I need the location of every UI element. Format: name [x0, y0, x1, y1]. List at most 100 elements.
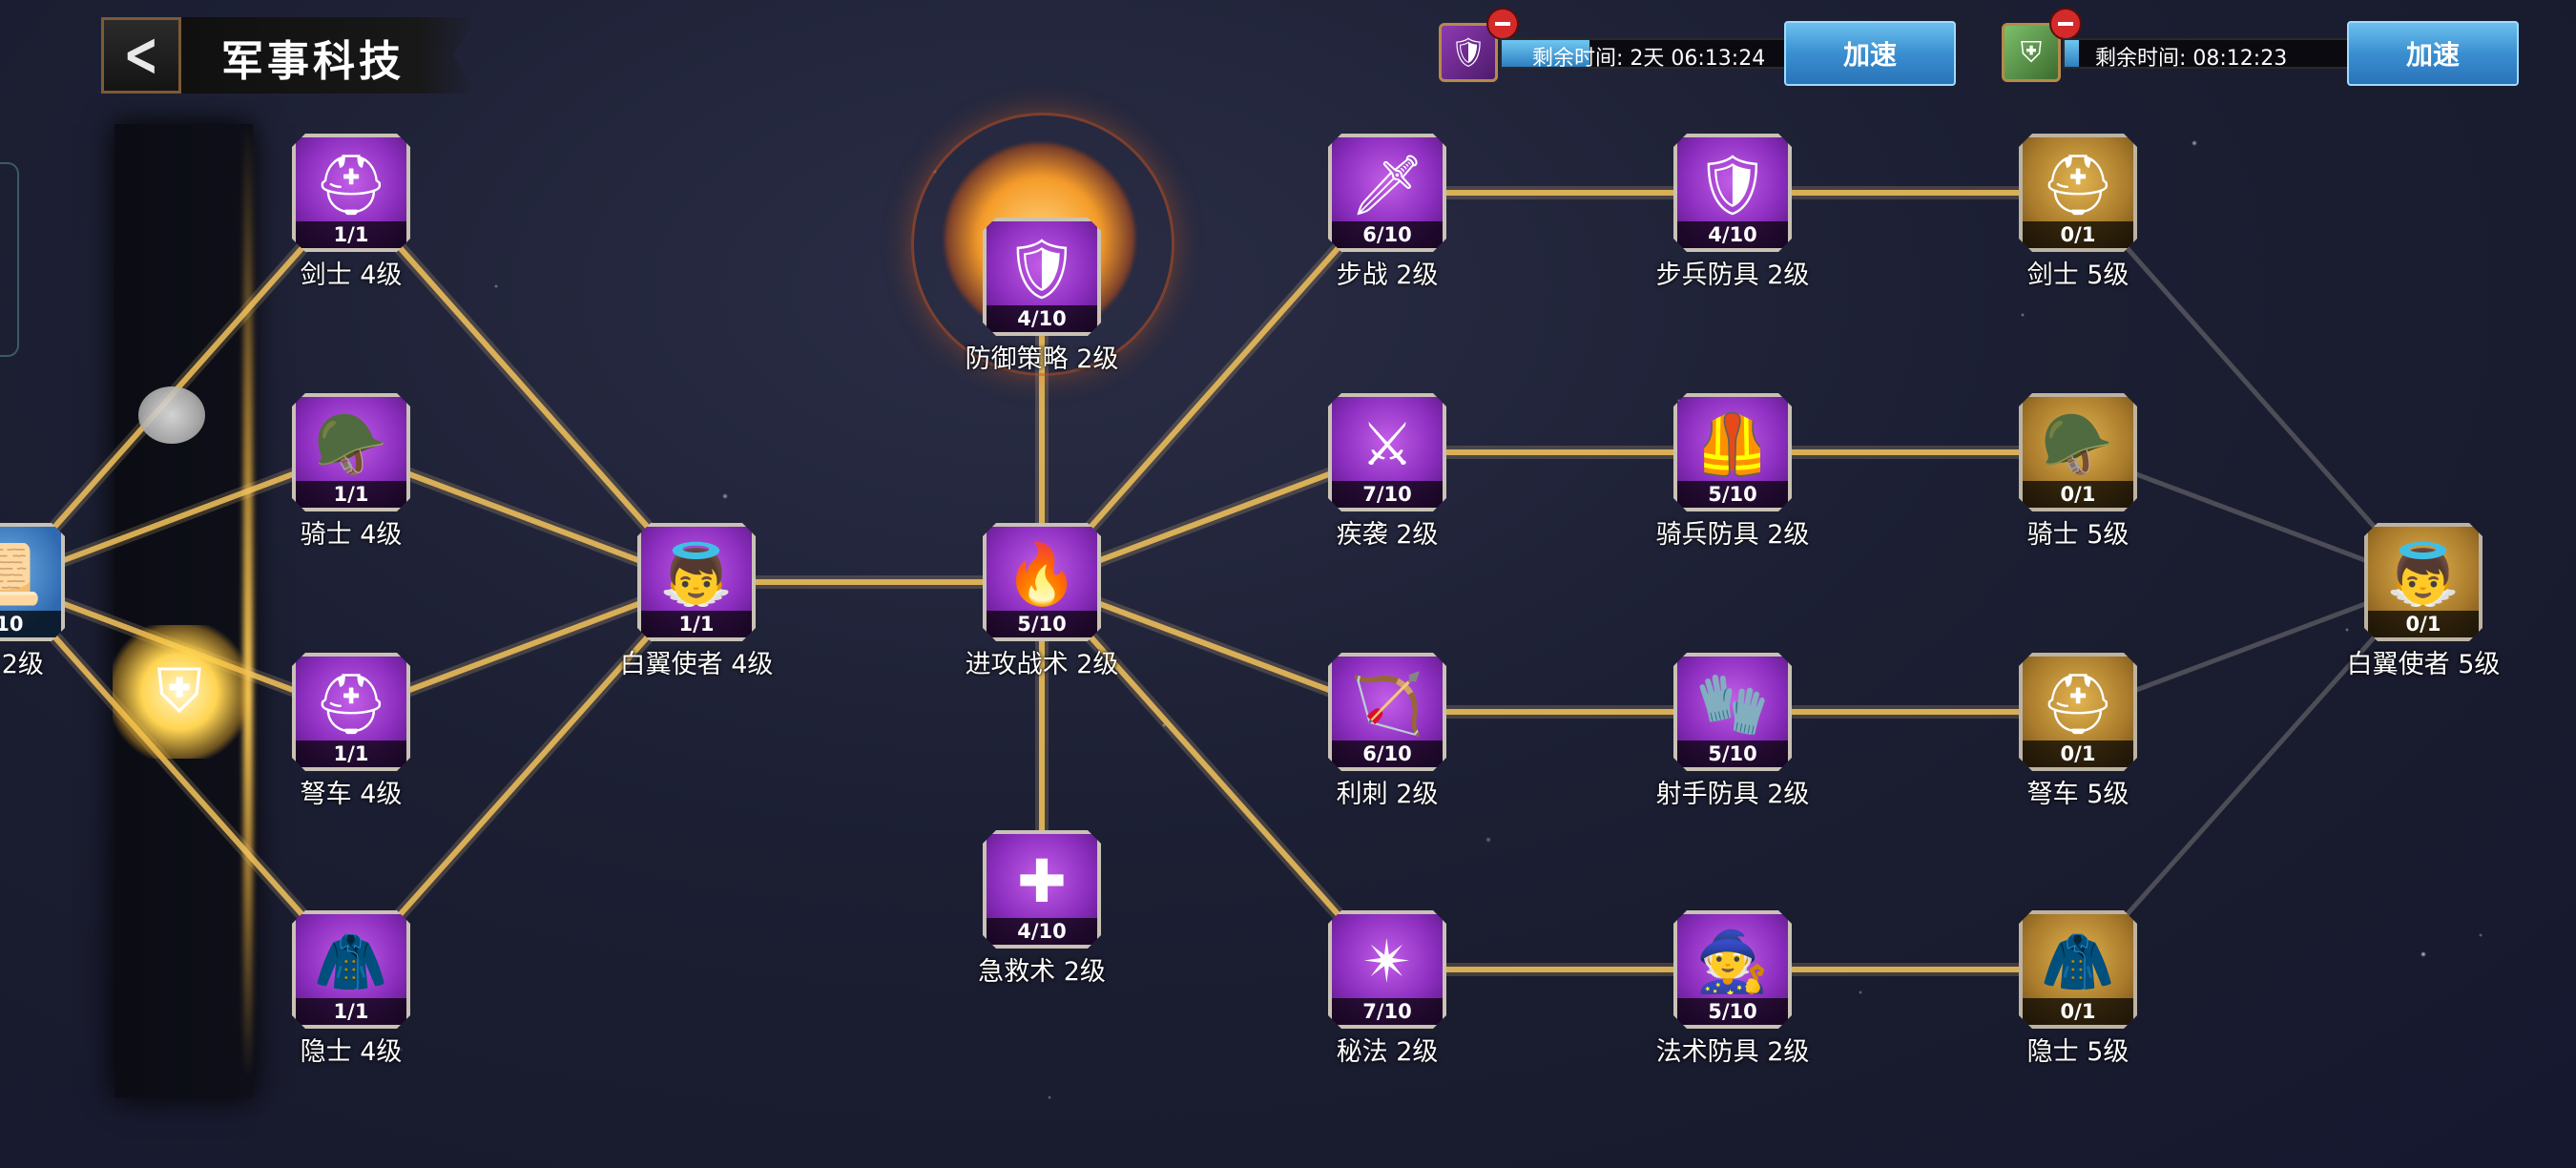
- tech-node-label: 进攻战术 2级: [965, 650, 1119, 679]
- tech-node-hidden5[interactable]: 🧥 0/1 隐士 5级: [2019, 910, 2137, 1067]
- tech-node-label: 术 2级: [0, 650, 44, 679]
- tech-node-frame: ⛑ 1/1: [292, 134, 410, 252]
- tech-node-infantry[interactable]: 🗡 6/10 步战 2级: [1328, 134, 1446, 290]
- tech-level-count: 4/10: [987, 305, 1097, 332]
- tech-node-cross4[interactable]: ⛑ 1/1 弩车 4级: [292, 653, 410, 809]
- shield-arrow-icon: 🛡: [1004, 234, 1080, 303]
- tech-node-label: 步兵防具 2级: [1655, 261, 1810, 290]
- tech-node-label: 秘法 2级: [1336, 1037, 1439, 1067]
- speed-up-button[interactable]: 加速: [1784, 21, 1956, 86]
- tech-node-assault[interactable]: ⚔ 7/10 疾袭 2级: [1328, 393, 1446, 550]
- timer-progress-bar: 剩余时间: 08:12:23: [2063, 38, 2358, 71]
- tech-node-hidden4[interactable]: 🧥 1/1 隐士 4级: [292, 910, 410, 1067]
- tech-node-frame: 📜/10: [0, 523, 65, 641]
- tech-node-left[interactable]: 📜/10 术 2级: [0, 523, 65, 679]
- timer-progress-fill: [2065, 40, 2080, 67]
- tech-level-count: 6/10: [1332, 221, 1443, 248]
- tech-node-label: 骑士 5级: [2026, 520, 2129, 550]
- cancel-research-button[interactable]: [2049, 8, 2082, 40]
- tech-node-attack[interactable]: 🔥 5/10 进攻战术 2级: [966, 523, 1118, 679]
- tech-node-frame: 🔥 5/10: [983, 523, 1101, 641]
- tech-node-label: 剑士 4级: [300, 261, 403, 290]
- tech-node-label: 弩车 5级: [2026, 780, 2129, 809]
- tech-node-frame: 🧥 1/1: [292, 910, 410, 1029]
- spark-icon: ✴: [1362, 927, 1412, 996]
- tech-node-cross5[interactable]: ⛑ 0/1 弩车 5级: [2019, 653, 2137, 809]
- cancel-research-button[interactable]: [1486, 8, 1519, 40]
- tech-node-frame: ⛑ 0/1: [2019, 653, 2137, 771]
- tech-node-frame: ⛑ 0/1: [2019, 134, 2137, 252]
- back-button[interactable]: <: [101, 17, 181, 94]
- tech-level-count: 6/10: [1332, 740, 1443, 767]
- tech-level-count: 5/10: [1677, 998, 1788, 1025]
- tech-node-frame: 👼 0/1: [2364, 523, 2483, 641]
- tech-node-heal[interactable]: ✚ 4/10 急救术 2级: [978, 830, 1106, 987]
- tech-node-label: 急救术 2级: [978, 957, 1106, 987]
- healing-icon: ✚: [1017, 846, 1067, 916]
- tech-node-angel5[interactable]: 👼 0/1 白翼使者 5级: [2347, 523, 2500, 679]
- tech-node-arcane[interactable]: ✴ 7/10 秘法 2级: [1328, 910, 1446, 1067]
- speed-up-button[interactable]: 加速: [2347, 21, 2519, 86]
- tech-node-frame: ⚔ 7/10: [1328, 393, 1446, 511]
- tech-node-infarmor[interactable]: 🛡 4/10 步兵防具 2级: [1656, 134, 1809, 290]
- tech-node-label: 防御策略 2级: [965, 344, 1119, 374]
- knight-helmet-icon: 🪖: [2041, 409, 2115, 479]
- tech-level-count: 0/1: [2368, 611, 2479, 637]
- timer-progress-bar: 剩余时间: 2天 06:13:24: [1500, 38, 1796, 71]
- tech-level-count: 0/1: [2023, 221, 2133, 248]
- tech-node-frame: 🧙 5/10: [1673, 910, 1792, 1029]
- tech-node-frame: 🪖 0/1: [2019, 393, 2137, 511]
- tech-node-frame: ⛑ 1/1: [292, 653, 410, 771]
- tech-level-count: 1/1: [296, 998, 406, 1025]
- crossbow-helmet-icon: ⛑: [2040, 669, 2116, 739]
- tech-node-cavarmor[interactable]: 🦺 5/10 骑兵防具 2级: [1656, 393, 1809, 550]
- tech-node-frame: 🗡 6/10: [1328, 134, 1446, 252]
- timer-remaining-text: 剩余时间: 08:12:23: [2095, 47, 2288, 71]
- round-shield-icon: 🛡: [1694, 150, 1771, 219]
- ballista-icon: 🏹: [1350, 669, 1424, 739]
- tech-level-count: 5/10: [1677, 740, 1788, 767]
- tech-node-frame: 🦺 5/10: [1673, 393, 1792, 511]
- tech-node-knight5[interactable]: 🪖 0/1 骑士 5级: [2019, 393, 2137, 550]
- bracer-icon: 🧤: [1695, 669, 1770, 739]
- tech-node-magicarmor[interactable]: 🧙 5/10 法术防具 2级: [1656, 910, 1809, 1067]
- tech-level-count: 4/10: [987, 918, 1097, 945]
- tech-level-count: 7/10: [1332, 998, 1443, 1025]
- tech-node-angel4[interactable]: 👼 1/1 白翼使者 4级: [620, 523, 773, 679]
- tech-node-label: 隐士 4级: [300, 1037, 403, 1067]
- tech-node-label: 弩车 4级: [300, 780, 403, 809]
- angel-icon: 👼: [659, 539, 734, 609]
- tech-node-frame: ✴ 7/10: [1328, 910, 1446, 1029]
- tech-node-knight4[interactable]: 🪖 1/1 骑士 4级: [292, 393, 410, 550]
- tech-node-label: 骑士 4级: [300, 520, 403, 550]
- tech-node-pierce[interactable]: 🏹 6/10 利刺 2级: [1328, 653, 1446, 809]
- tech-node-sword5[interactable]: ⛑ 0/1 剑士 5级: [2019, 134, 2137, 290]
- tech-node-archarmor[interactable]: 🧤 5/10 射手防具 2级: [1656, 653, 1809, 809]
- tech-level-count: 0/1: [2023, 740, 2133, 767]
- tech-node-label: 疾袭 2级: [1336, 520, 1439, 550]
- hooded-icon: 🧥: [2041, 927, 2115, 996]
- tech-node-defense[interactable]: 🛡 4/10 防御策略 2级: [966, 218, 1118, 374]
- hooded-icon: 🧥: [314, 927, 388, 996]
- tech-node-frame: 🏹 6/10: [1328, 653, 1446, 771]
- tech-level-count: 0/1: [2023, 481, 2133, 508]
- tech-level-count: 1/1: [296, 221, 406, 248]
- tech-node-frame: 🪖 1/1: [292, 393, 410, 511]
- tech-level-count: 0/1: [2023, 998, 2133, 1025]
- tech-node-label: 白翼使者 4级: [619, 650, 774, 679]
- tech-level-count: 5/10: [987, 611, 1097, 637]
- chevron-left-icon: <: [123, 20, 159, 91]
- tech-node-frame: 🛡 4/10: [1673, 134, 1792, 252]
- knight-helmet-icon: 🪖: [314, 409, 388, 479]
- attack-tactics-icon: 🔥: [1005, 539, 1079, 609]
- tech-level-count: 1/1: [641, 611, 752, 637]
- research-timer-1: 🛡 剩余时间: 2天 06:13:24 加速: [1439, 8, 1963, 88]
- tech-level-count: 1/1: [296, 740, 406, 767]
- tech-node-frame: ✚ 4/10: [983, 830, 1101, 949]
- blade-icon: 🗡: [1349, 150, 1425, 219]
- tech-level-count: 4/10: [1677, 221, 1788, 248]
- tech-node-label: 法术防具 2级: [1655, 1037, 1810, 1067]
- tech-node-sword4[interactable]: ⛑ 1/1 剑士 4级: [292, 134, 410, 290]
- mage-hood-icon: 🧙: [1695, 927, 1770, 996]
- page-title: 军事科技: [221, 37, 405, 86]
